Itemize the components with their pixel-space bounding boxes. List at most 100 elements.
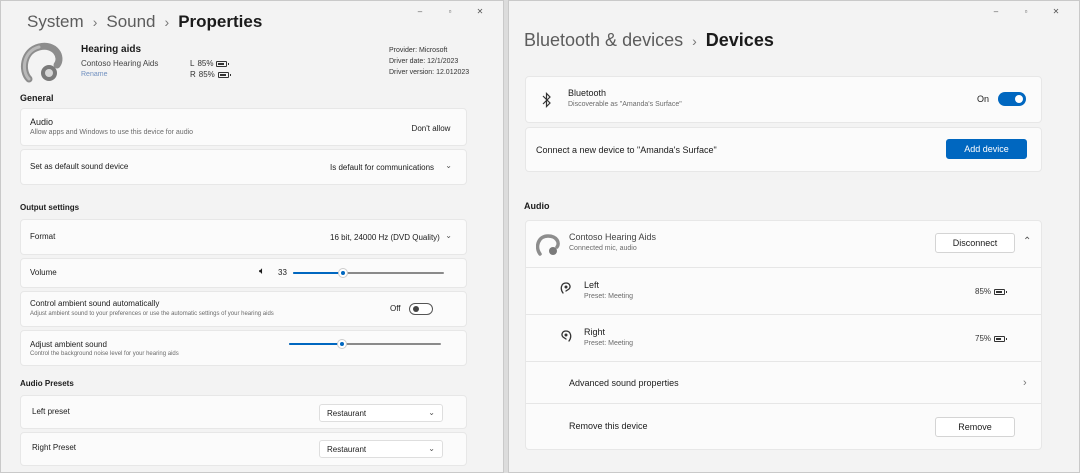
battery-icon: [217, 71, 231, 78]
battery-right-value: 85%: [198, 70, 215, 79]
battery-left: L 85%: [190, 59, 230, 68]
format-row: Format 16 bit, 24000 Hz (DVD Quality) ⌄: [20, 219, 467, 255]
audio-desc: Allow apps and Windows to use this devic…: [30, 129, 194, 136]
hearing-aid-right-icon: [561, 330, 572, 342]
ambient-auto-toggle[interactable]: [409, 303, 433, 315]
volume-value: 33: [278, 268, 287, 277]
hearing-aid-icon: [20, 42, 63, 83]
rename-link[interactable]: Rename: [81, 71, 107, 78]
audio-device-name: Contoso Hearing Aids: [569, 232, 657, 242]
right-device-title: Right: [584, 327, 606, 337]
breadcrumb-chevron-icon: ›: [692, 33, 697, 49]
section-output: Output settings: [20, 203, 80, 212]
chevron-down-icon: ⌄: [428, 408, 435, 417]
bluetooth-desc: Discoverable as "Amanda's Surface": [568, 101, 682, 108]
minimize-button[interactable]: –: [981, 4, 1011, 18]
volume-title: Volume: [30, 268, 57, 277]
device-model: Contoso Hearing Aids: [81, 59, 159, 68]
section-general: General: [20, 93, 54, 103]
adjust-ambient-desc: Control the background noise level for y…: [30, 351, 179, 357]
battery-icon: [994, 335, 1008, 342]
section-audio-presets: Audio Presets: [20, 379, 74, 388]
speaker-icon[interactable]: 🔈︎: [259, 266, 265, 277]
close-button[interactable]: ✕: [465, 4, 495, 18]
volume-slider-fill: [293, 272, 343, 274]
ambient-auto-row: Control ambient sound automatically Adju…: [20, 291, 467, 327]
left-preset-dropdown[interactable]: Restaurant ⌄: [319, 404, 443, 422]
audio-title: Audio: [30, 117, 54, 127]
breadcrumb: System › Sound › Properties: [27, 12, 262, 32]
left-preset-title: Left preset: [32, 407, 70, 416]
ambient-auto-desc: Adjust ambient sound to your preferences…: [30, 311, 274, 317]
ambient-slider-fill: [289, 343, 343, 345]
left-device-title: Left: [584, 280, 600, 290]
right-device-desc: Preset: Meeting: [584, 340, 634, 347]
right-device-battery: 75%: [975, 334, 1008, 343]
battery-right: R 85%: [190, 70, 231, 79]
chevron-right-icon[interactable]: ›: [1023, 377, 1027, 389]
dont-allow-button[interactable]: Don't allow: [403, 118, 459, 138]
divider: [526, 267, 1041, 268]
add-device-button[interactable]: Add device: [946, 139, 1027, 159]
connect-device-text: Connect a new device to "Amanda's Surfac…: [536, 145, 717, 155]
default-device-title: Set as default sound device: [30, 162, 129, 171]
chevron-down-icon: ⌄: [445, 161, 452, 170]
divider: [526, 361, 1041, 362]
bluetooth-title: Bluetooth: [568, 88, 607, 98]
maximize-button[interactable]: ▫: [1011, 4, 1041, 18]
left-preset-row: Left preset Restaurant ⌄: [20, 395, 467, 429]
ambient-slider-thumb[interactable]: [337, 339, 348, 349]
divider: [526, 314, 1041, 315]
left-battery-value: 85%: [975, 287, 992, 296]
bluetooth-state-label: On: [977, 94, 990, 104]
default-device-row: Set as default sound device Is default f…: [20, 149, 467, 185]
bluetooth-devices-window: – ▫ ✕ Bluetooth & devices › Devices Blue…: [508, 0, 1080, 473]
bluetooth-toggle[interactable]: [998, 92, 1026, 106]
ambient-slider[interactable]: [289, 339, 441, 349]
remove-button[interactable]: Remove: [935, 417, 1015, 437]
minimize-button[interactable]: –: [405, 4, 435, 18]
right-preset-row: Right Preset Restaurant ⌄: [20, 432, 467, 466]
battery-left-label: L: [190, 59, 195, 68]
bluetooth-row: Bluetooth Discoverable as "Amanda's Surf…: [525, 76, 1042, 123]
chevron-up-icon[interactable]: ⌃: [1023, 236, 1031, 247]
chevron-down-icon: ⌄: [445, 231, 452, 240]
right-preset-dropdown[interactable]: Restaurant ⌄: [319, 440, 443, 458]
breadcrumb-bluetooth-devices[interactable]: Bluetooth & devices: [524, 30, 683, 51]
sound-properties-window: – ▫ ✕ System › Sound › Properties Hearin…: [0, 0, 504, 473]
page-title: Properties: [178, 12, 263, 31]
volume-slider-thumb[interactable]: [337, 268, 348, 278]
breadcrumb-chevron-icon: ›: [164, 14, 170, 30]
right-preset-title: Right Preset: [32, 443, 77, 452]
ambient-toggle-label: Off: [390, 304, 401, 313]
battery-icon: [994, 288, 1008, 295]
breadcrumb: Bluetooth & devices › Devices: [524, 30, 774, 51]
volume-row: Volume 🔈︎ 33: [20, 258, 467, 288]
breadcrumb-system[interactable]: System: [27, 12, 84, 32]
adjust-ambient-title: Adjust ambient sound: [30, 340, 107, 349]
window-controls: – ▫ ✕: [981, 4, 1071, 18]
format-title: Format: [30, 232, 56, 241]
driver-date-text: Driver date: 12/1/2023: [389, 58, 459, 65]
hearing-aids-group: Contoso Hearing Aids Connected mic, audi…: [525, 220, 1042, 450]
format-dropdown[interactable]: 16 bit, 24000 Hz (DVD Quality) ⌄: [323, 228, 459, 246]
maximize-button[interactable]: ▫: [435, 4, 465, 18]
close-button[interactable]: ✕: [1041, 4, 1071, 18]
breadcrumb-sound[interactable]: Sound: [106, 12, 155, 32]
volume-slider[interactable]: [293, 268, 444, 278]
adjust-ambient-row: Adjust ambient sound Control the backgro…: [20, 330, 467, 366]
advanced-sound-properties-link[interactable]: Advanced sound properties: [569, 378, 679, 388]
audio-device-desc: Connected mic, audio: [569, 245, 637, 252]
remove-device-text: Remove this device: [569, 421, 648, 431]
provider-text: Provider: Microsoft: [389, 47, 448, 54]
default-device-dropdown[interactable]: Is default for communications ⌄: [323, 158, 459, 176]
battery-right-label: R: [190, 70, 196, 79]
hearing-aid-left-icon: [560, 282, 571, 294]
section-audio: Audio: [524, 201, 550, 211]
left-device-desc: Preset: Meeting: [584, 293, 634, 300]
default-device-value: Is default for communications: [330, 162, 435, 172]
disconnect-button[interactable]: Disconnect: [935, 233, 1015, 253]
connect-device-row: Connect a new device to "Amanda's Surfac…: [525, 127, 1042, 172]
chevron-down-icon: ⌄: [428, 444, 435, 453]
format-value: 16 bit, 24000 Hz (DVD Quality): [330, 232, 440, 242]
